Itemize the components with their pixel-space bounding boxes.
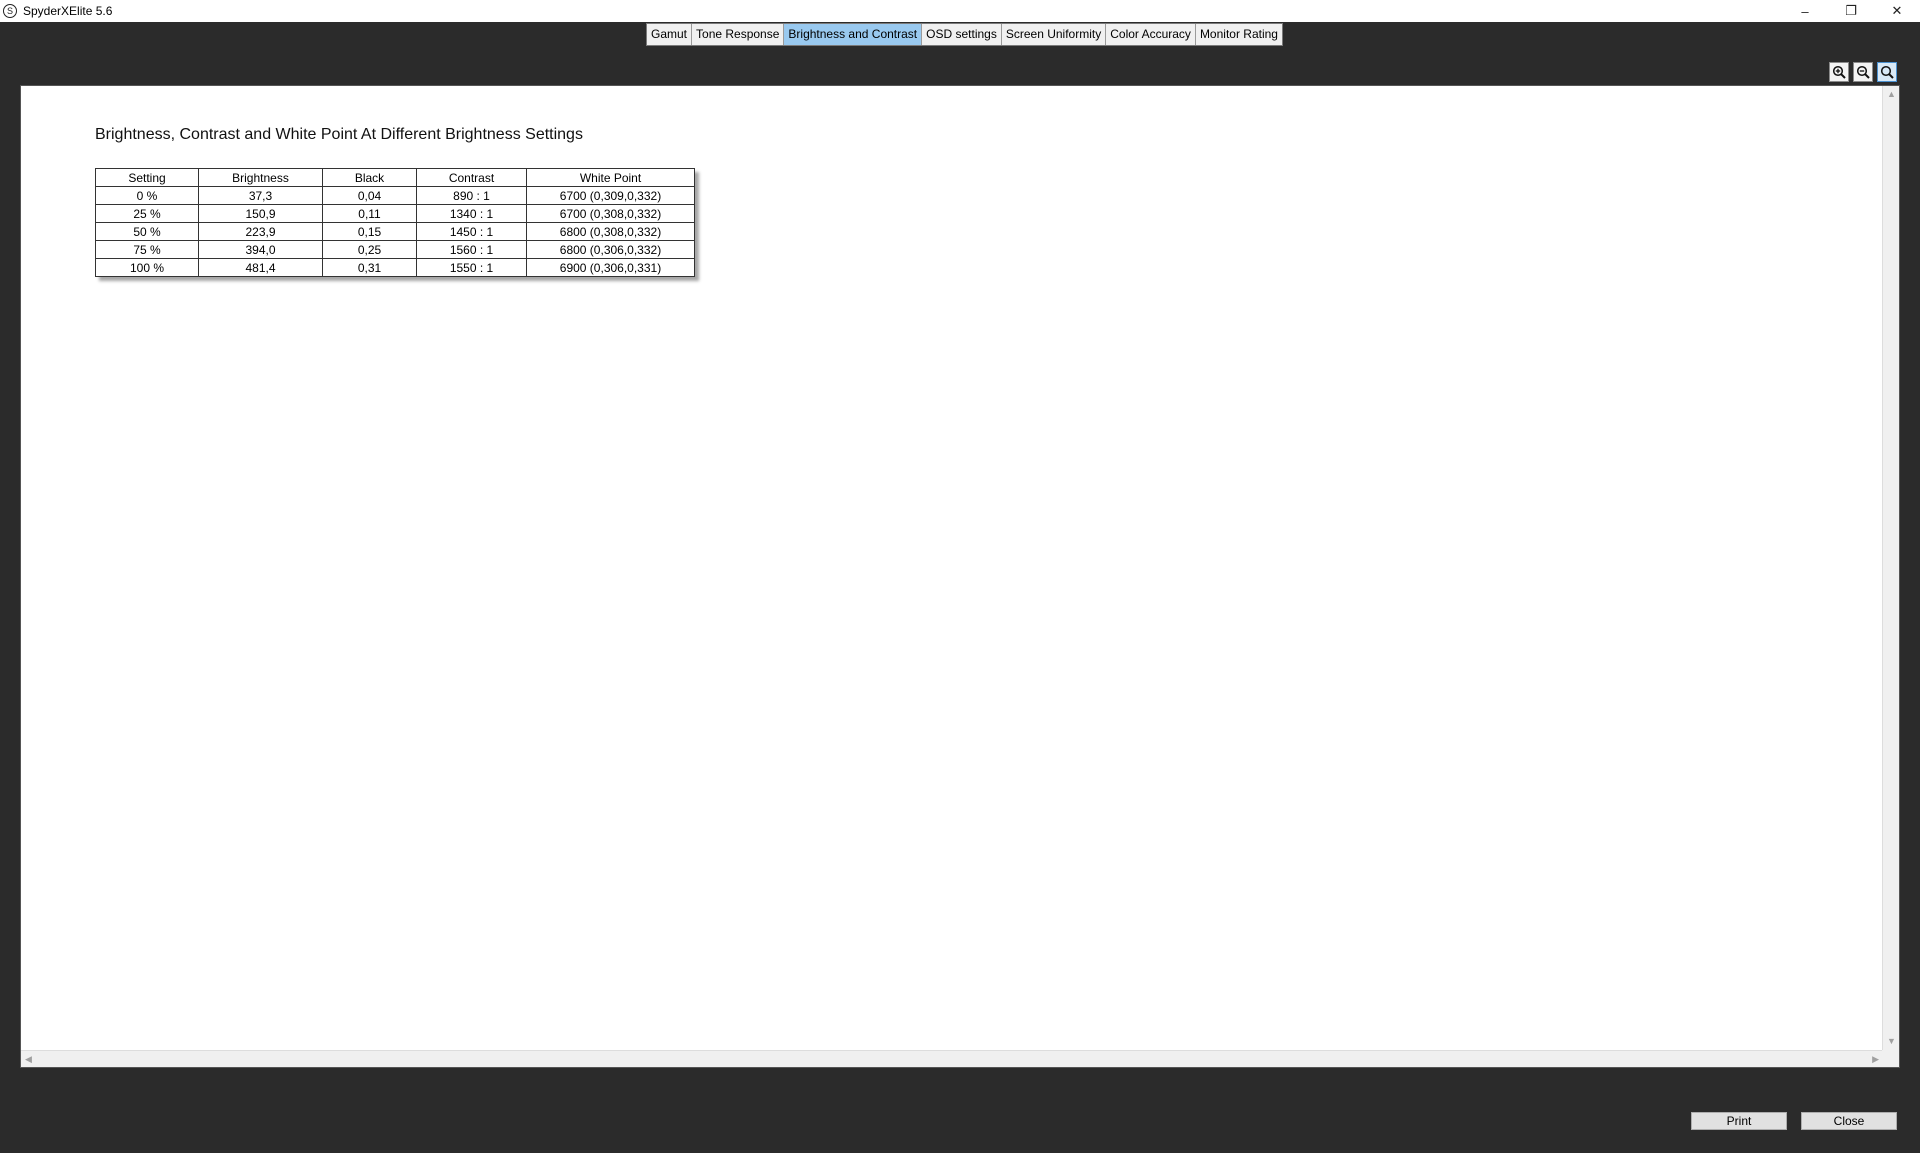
restore-button[interactable]: ❐ [1828, 0, 1874, 22]
table-cell: 50 % [95, 222, 199, 241]
table-row: 0 % 37,3 0,04 890 : 1 6700 (0,309,0,332) [95, 186, 695, 205]
tab-gamut[interactable]: Gamut [647, 24, 693, 45]
table-cell: 6700 (0,309,0,332) [526, 186, 695, 205]
table-header-row: Setting Brightness Black Contrast White … [95, 168, 695, 187]
vertical-scrollbar[interactable]: ▲ ▼ [1882, 86, 1899, 1050]
window-controls: – ❐ ✕ [1782, 0, 1920, 22]
scroll-right-arrow-icon[interactable]: ▶ [1872, 1055, 1879, 1064]
scroll-down-arrow-icon[interactable]: ▼ [1887, 1037, 1896, 1046]
table-cell: 0,15 [322, 222, 417, 241]
horizontal-scrollbar[interactable]: ◀ ▶ [21, 1050, 1883, 1067]
table-cell: 150,9 [198, 204, 323, 223]
table-cell: 6900 (0,306,0,331) [526, 258, 695, 277]
column-header: Contrast [416, 168, 527, 187]
tab-osd-settings[interactable]: OSD settings [922, 24, 1002, 45]
table-row: 75 % 394,0 0,25 1560 : 1 6800 (0,306,0,3… [95, 240, 695, 259]
table-cell: 1450 : 1 [416, 222, 527, 241]
report-heading: Brightness, Contrast and White Point At … [95, 126, 583, 143]
zoom-out-button[interactable] [1853, 62, 1873, 82]
table-cell: 1560 : 1 [416, 240, 527, 259]
print-button[interactable]: Print [1691, 1112, 1787, 1130]
table-cell: 394,0 [198, 240, 323, 259]
window-title: SpyderXElite 5.6 [23, 4, 113, 18]
table-cell: 0,31 [322, 258, 417, 277]
table-cell: 890 : 1 [416, 186, 527, 205]
column-header: White Point [526, 168, 695, 187]
title-bar: S SpyderXElite 5.6 – ❐ ✕ [0, 0, 1920, 22]
close-window-button[interactable]: ✕ [1874, 0, 1920, 22]
tab-screen-uniformity[interactable]: Screen Uniformity [1001, 24, 1107, 45]
table-cell: 0 % [95, 186, 199, 205]
tab-tone-response[interactable]: Tone Response [692, 24, 785, 45]
column-header: Setting [95, 168, 199, 187]
table-row: 100 % 481,4 0,31 1550 : 1 6900 (0,306,0,… [95, 258, 695, 277]
table-cell: 1340 : 1 [416, 204, 527, 223]
zoom-out-icon [1856, 65, 1870, 79]
table-cell: 0,25 [322, 240, 417, 259]
table-cell: 100 % [95, 258, 199, 277]
table-cell: 6800 (0,306,0,332) [526, 240, 695, 259]
table-cell: 37,3 [198, 186, 323, 205]
report-panel: Brightness, Contrast and White Point At … [20, 85, 1900, 1068]
zoom-fit-icon [1880, 65, 1894, 79]
zoom-in-button[interactable] [1829, 62, 1849, 82]
app-icon: S [3, 4, 17, 18]
table-cell: 6700 (0,308,0,332) [526, 204, 695, 223]
table-cell: 75 % [95, 240, 199, 259]
minimize-button[interactable]: – [1782, 0, 1828, 22]
scroll-up-arrow-icon[interactable]: ▲ [1887, 90, 1896, 99]
scroll-corner [1882, 1050, 1899, 1067]
scroll-left-arrow-icon[interactable]: ◀ [25, 1055, 32, 1064]
table-cell: 6800 (0,308,0,332) [526, 222, 695, 241]
column-header: Black [322, 168, 417, 187]
table-cell: 223,9 [198, 222, 323, 241]
table-cell: 0,04 [322, 186, 417, 205]
tab-monitor-rating[interactable]: Monitor Rating [1195, 24, 1282, 45]
table-cell: 481,4 [198, 258, 323, 277]
report-tabs: Gamut Tone Response Brightness and Contr… [646, 23, 1283, 46]
table-row: 25 % 150,9 0,11 1340 : 1 6700 (0,308,0,3… [95, 204, 695, 223]
zoom-toolbar [1829, 62, 1897, 82]
tab-brightness-and-contrast[interactable]: Brightness and Contrast [784, 24, 923, 45]
column-header: Brightness [198, 168, 323, 187]
zoom-fit-button[interactable] [1877, 62, 1897, 82]
table-cell: 1550 : 1 [416, 258, 527, 277]
brightness-contrast-table: Setting Brightness Black Contrast White … [95, 168, 695, 277]
table-cell: 25 % [95, 204, 199, 223]
table-row: 50 % 223,9 0,15 1450 : 1 6800 (0,308,0,3… [95, 222, 695, 241]
zoom-in-icon [1832, 65, 1846, 79]
close-button[interactable]: Close [1801, 1112, 1897, 1130]
table-cell: 0,11 [322, 204, 417, 223]
tab-color-accuracy[interactable]: Color Accuracy [1106, 24, 1196, 45]
